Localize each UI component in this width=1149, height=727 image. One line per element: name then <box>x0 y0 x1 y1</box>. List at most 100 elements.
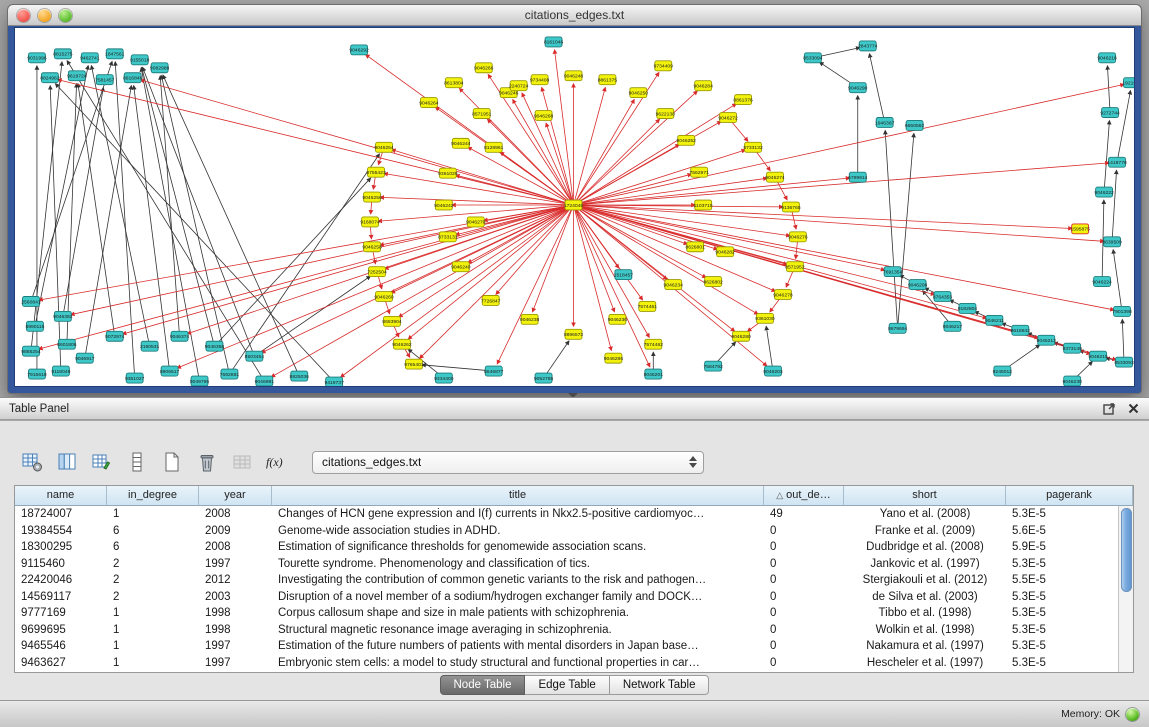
graph-node[interactable]: 8861376 <box>733 95 753 105</box>
graph-node[interactable]: 9885254 <box>21 346 41 356</box>
graph-node[interactable]: 8626802 <box>703 277 723 287</box>
graph-node[interactable]: 9031996 <box>27 53 47 63</box>
graph-node[interactable]: 8161046 <box>544 37 564 47</box>
table-row[interactable]: 1456911722003Disruption of a novel membe… <box>15 589 1118 606</box>
graph-node[interactable]: 1418778 <box>1107 157 1127 167</box>
graph-node[interactable]: 9622138 <box>656 109 676 119</box>
graph-node[interactable]: 9046262 <box>392 339 412 349</box>
graph-node[interactable]: 9046248 <box>564 71 584 81</box>
window-titlebar[interactable]: citations_edges.txt <box>8 5 1141 26</box>
table-row[interactable]: 969969511998Structural magnetic resonanc… <box>15 622 1118 639</box>
graph-node[interactable]: 9334400 <box>434 373 454 383</box>
graph-node[interactable]: 1724046 <box>564 200 584 210</box>
graph-node[interactable]: 8613804 <box>444 78 464 88</box>
graph-node[interactable]: 8861375 <box>598 75 618 85</box>
graph-node[interactable]: 8601806 <box>57 339 77 349</box>
graph-node[interactable]: 9046290 <box>848 83 868 93</box>
graph-node[interactable]: 9046240 <box>451 262 471 272</box>
graph-node[interactable]: 9046211 <box>985 315 1004 325</box>
graph-node[interactable]: 9765401 <box>404 359 424 369</box>
graph-node[interactable]: 9734409 <box>654 61 674 71</box>
graph-node[interactable]: 8646877 <box>484 366 504 376</box>
graph-node[interactable]: 9046203 <box>763 366 783 376</box>
table-row[interactable]: 2242004622012Investigating the contribut… <box>15 572 1118 589</box>
graph-node[interactable]: 9046276 <box>788 232 808 242</box>
graph-node[interactable]: 8825036 <box>290 371 310 381</box>
graph-node[interactable]: 8815275 <box>53 49 73 59</box>
graph-node[interactable]: 8571951 <box>472 109 492 119</box>
graph-node[interactable]: 9046264 <box>419 98 439 108</box>
graph-node[interactable]: 9046991 <box>255 376 275 386</box>
table-row[interactable]: 946362711997Embryonic stem cells: a mode… <box>15 655 1118 672</box>
graph-node[interactable]: 8618842 <box>1011 325 1031 335</box>
graph-node[interactable]: 9046222 <box>1094 187 1114 197</box>
graph-node[interactable]: 8571952 <box>785 262 805 272</box>
graph-node[interactable]: 9046272 <box>718 113 738 123</box>
graph-node[interactable]: 9046258 <box>362 242 382 252</box>
graph-node[interactable]: 8990115 <box>25 321 44 331</box>
graph-node[interactable]: 9046250 <box>629 88 649 98</box>
graph-node[interactable]: 7726847 <box>481 296 501 306</box>
tab-network-table[interactable]: Network Table <box>610 675 710 695</box>
minimize-window-button[interactable] <box>38 9 51 22</box>
graph-node[interactable]: 7915618 <box>27 369 47 379</box>
graph-node[interactable]: 8639509 <box>1102 237 1122 247</box>
graph-node[interactable]: 9046254 <box>374 142 394 152</box>
graph-node[interactable]: 9361030 <box>755 313 775 323</box>
graph-node[interactable]: 9168074 <box>360 217 380 227</box>
scrollbar-thumb[interactable] <box>1121 508 1132 592</box>
zoom-window-button[interactable] <box>59 9 72 22</box>
edit-table-icon[interactable] <box>88 449 115 476</box>
graph-node[interactable]: 2843774 <box>858 41 878 51</box>
citation-network-graph[interactable]: 9031996 8815275 9462741 1847561 9155018 … <box>15 28 1134 386</box>
show-rows-icon[interactable] <box>123 449 150 476</box>
graph-node[interactable]: 9118049 <box>51 366 70 376</box>
table-selector-dropdown[interactable]: citations_edges.txt <box>312 451 704 474</box>
column-header-name[interactable]: name <box>15 486 107 506</box>
graph-node[interactable]: 9136765 <box>781 202 801 212</box>
graph-node[interactable]: 8916846 <box>123 73 143 83</box>
graph-node[interactable]: 1921986 <box>1122 78 1134 88</box>
graph-node[interactable]: 1518457 <box>614 270 634 280</box>
graph-node[interactable]: 9046286 <box>604 353 624 363</box>
table-row[interactable]: 977716911998Corpus callosum shape and si… <box>15 605 1118 622</box>
column-header-pagerank[interactable]: pagerank <box>1006 486 1133 506</box>
graph-node[interactable]: 9046266 <box>474 63 494 73</box>
graph-node[interactable]: 9046282 <box>715 247 735 257</box>
graph-node[interactable]: 7574461 <box>638 301 658 311</box>
graph-node[interactable]: 9046242 <box>434 200 454 210</box>
graph-node[interactable]: 9046218 <box>1097 53 1117 63</box>
graph-node[interactable]: 8503454 <box>245 351 265 361</box>
graph-node[interactable]: 9046284 <box>693 81 713 91</box>
graph-node[interactable]: 9046238 <box>520 314 540 324</box>
column-header-title[interactable]: title <box>272 486 764 506</box>
graph-node[interactable]: 2190531 <box>140 341 160 351</box>
graph-node[interactable]: 9046230 <box>1062 376 1082 386</box>
graph-node[interactable]: 9046244 <box>451 138 471 148</box>
network-view-canvas[interactable]: 9031996 8815275 9462741 1847561 9155018 … <box>14 27 1135 387</box>
graph-node[interactable]: 8533094 <box>803 53 823 63</box>
float-panel-icon[interactable] <box>1103 402 1116 415</box>
graph-node[interactable]: 9046260 <box>374 292 394 302</box>
graph-node[interactable]: 9046224 <box>1092 277 1112 287</box>
graph-node[interactable]: 9046217 <box>943 321 963 331</box>
graph-node[interactable]: 9072974 <box>105 331 125 341</box>
graph-node[interactable]: 9361027 <box>125 373 145 383</box>
graph-node[interactable]: 8896572 <box>564 329 584 339</box>
graph-node[interactable]: 1946387 <box>875 118 895 128</box>
show-column-icon[interactable] <box>53 449 80 476</box>
tab-edge-table[interactable]: Edge Table <box>525 675 609 695</box>
graph-node[interactable]: 8906617 <box>160 366 180 376</box>
graph-node[interactable]: 7691354 <box>883 267 903 277</box>
graph-node[interactable]: 9046368 <box>205 341 225 351</box>
graph-node[interactable]: 9361029 <box>438 168 458 178</box>
new-table-icon[interactable] <box>158 449 185 476</box>
graph-node[interactable]: 7901398 <box>1112 306 1132 316</box>
graph-node[interactable]: 9046252 <box>677 135 697 145</box>
delete-table-icon[interactable] <box>193 449 220 476</box>
graph-node[interactable]: 6650562 <box>905 120 925 130</box>
graph-node[interactable]: 9046292 <box>349 45 369 55</box>
graph-node[interactable]: 1595875 <box>1070 224 1090 234</box>
graph-node[interactable]: 9052786 <box>534 373 554 383</box>
graph-node[interactable]: 8824962 <box>40 73 60 83</box>
